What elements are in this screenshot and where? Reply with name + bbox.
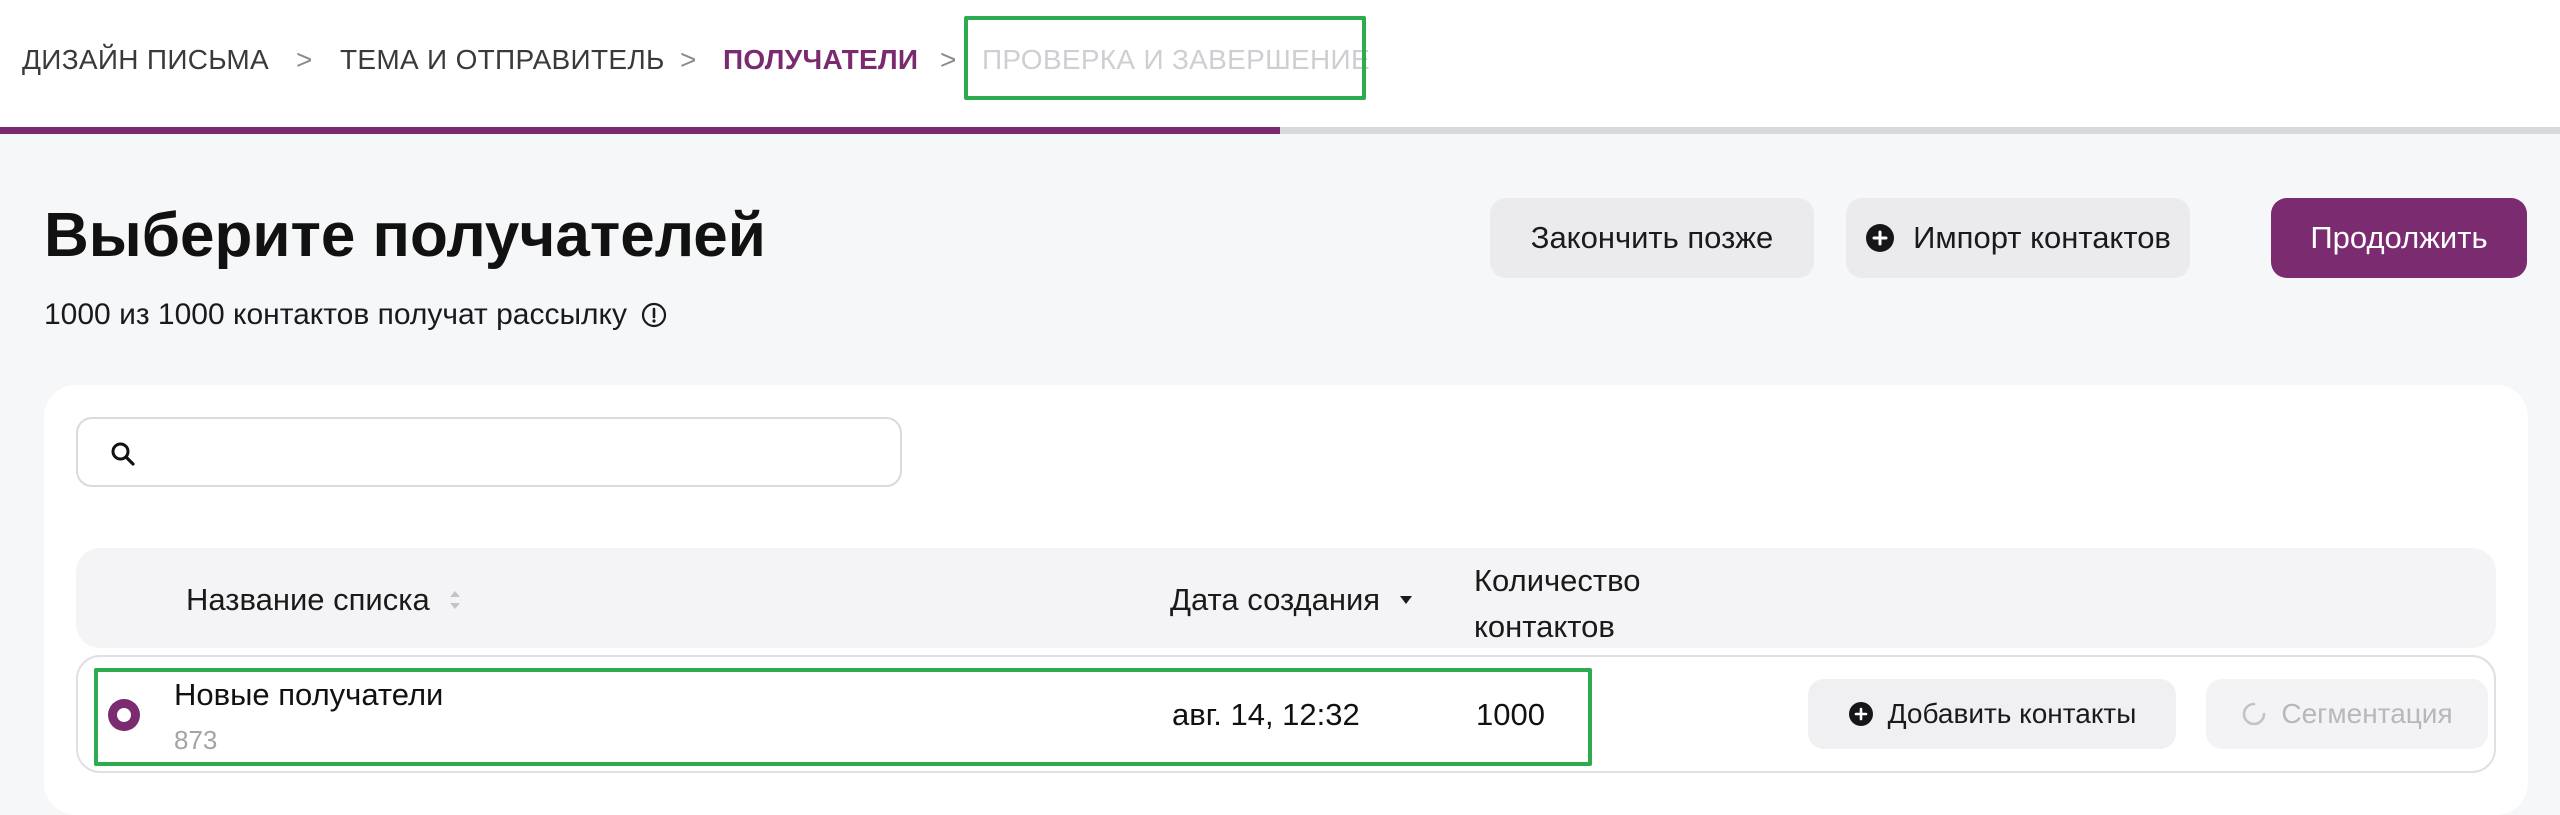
segmentation-button[interactable]: Сегментация [2206,679,2488,749]
search-icon [111,442,135,466]
step-recipients[interactable]: ПОЛУЧАТЕЛИ [723,44,918,76]
chevron-right-icon: > [296,44,313,75]
add-contacts-label: Добавить контакты [1887,698,2137,729]
recipients-summary: 1000 из 1000 контактов получат рассылку [44,298,667,332]
add-contacts-button[interactable]: Добавить контакты [1808,679,2176,749]
import-contacts-label: Импорт контактов [1913,220,2171,255]
column-header-count-line2: контактов [1474,609,1615,644]
step-subject-sender[interactable]: ТЕМА И ОТПРАВИТЕЛЬ [340,44,665,76]
stepper: ДИЗАЙН ПИСЬМА > ТЕМА И ОТПРАВИТЕЛЬ > ПОЛ… [0,0,2560,124]
progress-bar [0,127,2560,134]
highlight-box [94,668,1592,766]
column-header-name[interactable]: Название списка [186,582,462,618]
info-icon[interactable] [641,302,667,328]
column-header-name-label: Название списка [186,582,430,617]
plus-circle-icon [1866,224,1895,252]
page-title: Выберите получателей [44,201,766,270]
segmentation-label: Сегментация [2281,698,2453,729]
finish-later-button[interactable]: Закончить позже [1490,198,1814,278]
column-header-date-label: Дата создания [1170,582,1381,617]
chevron-right-icon: > [940,44,957,75]
column-header-count: Количество контактов [1474,558,1674,650]
search-input[interactable] [78,419,900,485]
wizard-header: ДИЗАЙН ПИСЬМА > ТЕМА И ОТПРАВИТЕЛЬ > ПОЛ… [0,0,2560,134]
column-header-count-line1: Количество [1474,563,1641,598]
chevron-right-icon: > [680,44,697,75]
caret-down-icon [1400,596,1413,604]
table-header: Название списка Дата создания Количество… [76,548,2496,648]
highlight-box [964,16,1366,100]
plus-circle-icon [1848,702,1873,726]
import-contacts-button[interactable]: Импорт контактов [1846,198,2190,278]
step-email-design[interactable]: ДИЗАЙН ПИСЬМА [22,44,269,76]
progress-bar-fill [0,127,1280,134]
loading-spinner-icon [2243,702,2266,726]
continue-button[interactable]: Продолжить [2271,198,2527,278]
search-box[interactable] [76,417,902,487]
sort-icon [449,591,460,609]
column-header-date[interactable]: Дата создания [1170,582,1414,618]
recipients-summary-text: 1000 из 1000 контактов получат рассылку [44,298,628,331]
